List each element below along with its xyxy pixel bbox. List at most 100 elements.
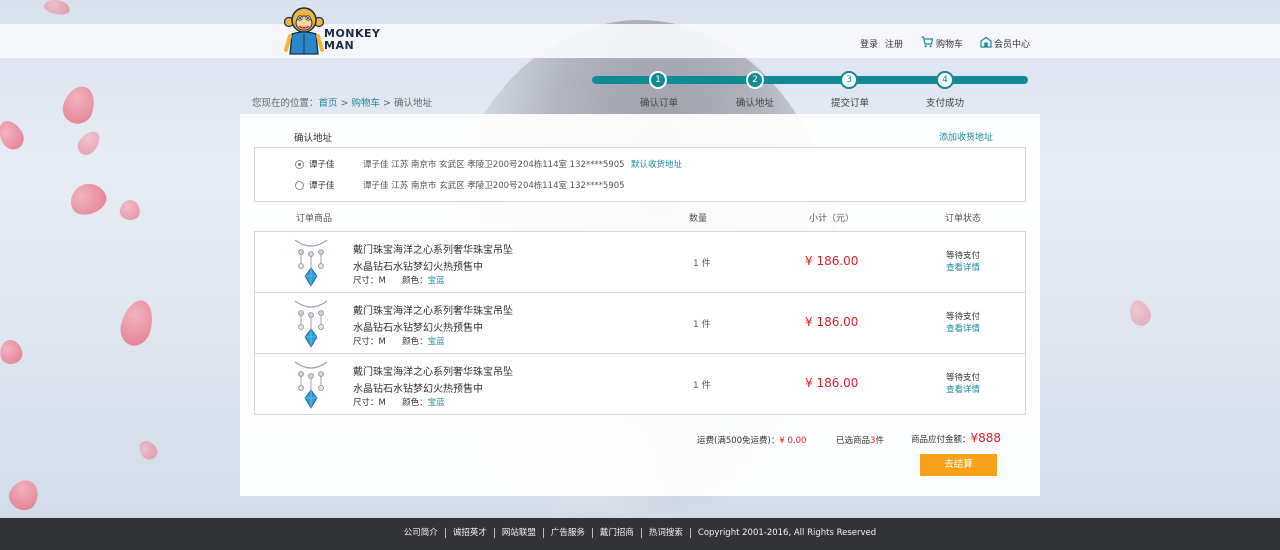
product-attributes: 尺寸：M 颜色：宝蓝 <box>353 396 445 408</box>
address-radio[interactable] <box>295 181 304 190</box>
view-detail-link[interactable]: 查看详情 <box>946 384 980 396</box>
color-label: 颜色： <box>402 398 428 408</box>
product-attributes: 尺寸：M 颜色：宝蓝 <box>353 335 445 347</box>
footer-links: 公司简介 诚招英才 网站联盟 广告服务 戴门招商 热词搜索 Copyright 2001-2… <box>0 528 1280 538</box>
address-detail: 谭子佳 江苏 南京市 玄武区 孝陵卫200号204栋114室 132****59… <box>363 160 625 170</box>
checkout-progress: 1 2 3 4 确认订单 确认地址 提交订单 支付成功 <box>592 70 1028 110</box>
size-value: M <box>378 398 386 408</box>
total-label: 商品应付金额： <box>911 435 971 445</box>
checkout-button[interactable]: 去结算 <box>920 454 997 476</box>
column-header-product: 订单商品 <box>296 214 333 224</box>
footer-copyright: Copyright 2001-2016, All Rights Reserved <box>697 528 877 538</box>
size-value: M <box>378 276 386 286</box>
footer: 公司简介 诚招英才 网站联盟 广告服务 戴门招商 热词搜索 Copyright 2001-2… <box>0 518 1280 550</box>
status-text: 等待支付 <box>946 373 981 383</box>
column-header-subtotal: 小计（元） <box>809 214 855 224</box>
total-payable: 商品应付金额：¥888 <box>911 431 1001 445</box>
product-subtitle: 水晶钻石水钻梦幻火热预售中 <box>353 384 483 395</box>
order-row: 戴门珠宝海洋之心系列奢华珠宝吊坠 水晶钻石水钻梦幻火热预售中 尺寸：M 颜色：宝… <box>254 353 1026 415</box>
product-price: ¥ 186.00 <box>805 254 859 268</box>
footer-link-about[interactable]: 公司简介 <box>397 528 446 538</box>
brand-logo[interactable]: MONKEY MAN <box>283 6 380 58</box>
shipping-fee: 运费(满500免运费)：¥ 0.00 <box>697 434 806 446</box>
member-center-icon[interactable] <box>980 36 992 48</box>
step-4-marker: 4 <box>936 71 954 89</box>
breadcrumb-cart[interactable]: 购物车 <box>352 98 381 109</box>
petal-decoration <box>4 475 44 515</box>
pendant-product-image[interactable] <box>291 299 331 349</box>
breadcrumb-separator: > <box>340 98 349 109</box>
order-status: 等待支付 查看详情 <box>946 311 980 335</box>
petal-decoration <box>1126 297 1154 329</box>
footer-link-careers[interactable]: 诚招英才 <box>446 528 495 538</box>
order-status: 等待支付 查看详情 <box>946 250 980 274</box>
selected-prefix: 已选商品 <box>836 436 871 446</box>
product-attributes: 尺寸：M 颜色：宝蓝 <box>353 274 445 286</box>
step-1-label: 确认订单 <box>639 98 679 109</box>
size-label: 尺寸： <box>353 398 379 408</box>
cart-icon[interactable] <box>921 36 933 48</box>
cart-link[interactable]: 购物车 <box>936 37 963 50</box>
product-subtitle: 水晶钻石水钻梦幻火热预售中 <box>353 323 483 334</box>
view-detail-link[interactable]: 查看详情 <box>946 262 980 274</box>
order-row: 戴门珠宝海洋之心系列奢华珠宝吊坠 水晶钻石水钻梦幻火热预售中 尺寸：M 颜色：宝… <box>254 231 1026 293</box>
address-section-title: 确认地址 <box>294 133 333 144</box>
color-value: 宝蓝 <box>427 337 445 347</box>
login-link[interactable]: 登录 <box>860 37 878 50</box>
petal-decoration <box>58 82 100 128</box>
product-subtitle: 水晶钻石水钻梦幻火热预售中 <box>353 262 483 273</box>
selected-suffix: 件 <box>875 436 884 446</box>
step-1-marker: 1 <box>649 71 667 89</box>
brand-name: MONKEY MAN <box>324 27 381 52</box>
product-price: ¥ 186.00 <box>805 315 859 329</box>
shipping-label: 运费(满500免运费)： <box>697 436 780 446</box>
column-header-status: 订单状态 <box>945 214 982 224</box>
petal-decoration <box>118 198 142 222</box>
view-detail-link[interactable]: 查看详情 <box>946 323 980 335</box>
product-title[interactable]: 戴门珠宝海洋之心系列奢华珠宝吊坠 <box>353 302 513 317</box>
size-label: 尺寸： <box>353 337 379 347</box>
top-header <box>0 24 1280 58</box>
product-price: ¥ 186.00 <box>805 376 859 390</box>
breadcrumb: 您现在的位置：首页 > 购物车 > 确认地址 <box>252 95 432 109</box>
size-value: M <box>378 337 386 347</box>
footer-link-franchise[interactable]: 戴门招商 <box>593 528 642 538</box>
petal-decoration <box>135 437 161 463</box>
breadcrumb-separator: > <box>383 98 391 109</box>
add-address-link[interactable]: 添加收货地址 <box>939 130 993 143</box>
step-2-marker: 2 <box>746 71 764 89</box>
product-quantity: 1 件 <box>693 320 711 330</box>
register-link[interactable]: 注册 <box>885 37 903 50</box>
color-label: 颜色： <box>402 276 428 286</box>
member-center-link[interactable]: 会员中心 <box>994 37 1030 50</box>
footer-link-ads[interactable]: 广告服务 <box>544 528 593 538</box>
petal-decoration <box>116 296 158 350</box>
step-4-label: 支付成功 <box>925 98 965 109</box>
breadcrumb-prefix: 您现在的位置： <box>252 98 319 109</box>
step-2-label: 确认地址 <box>735 98 775 109</box>
pendant-product-image[interactable] <box>291 238 331 288</box>
order-status: 等待支付 查看详情 <box>946 372 980 396</box>
breadcrumb-current: 确认地址 <box>393 98 432 109</box>
petal-decoration <box>73 127 105 159</box>
address-recipient: 谭子佳 <box>309 181 335 191</box>
petal-decoration <box>0 338 24 366</box>
color-value: 宝蓝 <box>427 276 445 286</box>
product-title[interactable]: 戴门珠宝海洋之心系列奢华珠宝吊坠 <box>353 363 513 378</box>
product-quantity: 1 件 <box>693 259 711 269</box>
default-address-label[interactable]: 默认收货地址 <box>631 158 682 170</box>
footer-link-hot-search[interactable]: 热词搜索 <box>642 528 691 538</box>
shipping-value: ¥ 0.00 <box>779 436 807 446</box>
color-label: 颜色： <box>402 337 428 347</box>
pendant-product-image[interactable] <box>291 360 331 410</box>
footer-link-affiliate[interactable]: 网站联盟 <box>495 528 544 538</box>
address-radio[interactable] <box>295 160 304 169</box>
breadcrumb-home[interactable]: 首页 <box>319 98 338 109</box>
size-label: 尺寸： <box>353 276 379 286</box>
column-header-qty: 数量 <box>689 214 708 224</box>
monkey-logo-icon <box>283 7 325 55</box>
product-title[interactable]: 戴门珠宝海洋之心系列奢华珠宝吊坠 <box>353 241 513 256</box>
address-detail: 谭子佳 江苏 南京市 玄武区 孝陵卫200号204栋114室 132****59… <box>363 181 625 191</box>
petal-decoration <box>0 116 29 154</box>
order-row: 戴门珠宝海洋之心系列奢华珠宝吊坠 水晶钻石水钻梦幻火热预售中 尺寸：M 颜色：宝… <box>254 292 1026 354</box>
